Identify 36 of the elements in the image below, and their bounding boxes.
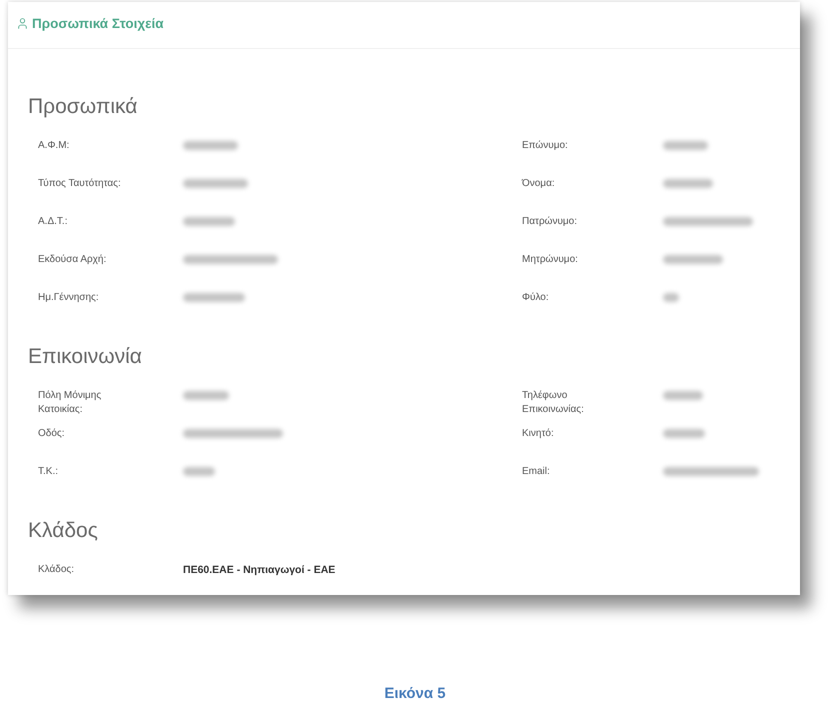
field-label: Φύλο: — [522, 291, 549, 305]
blurred-value — [663, 391, 703, 400]
field-value: ΠΕ60.ΕΑΕ - Νηπιαγωγοί - ΕΑΕ — [183, 563, 336, 577]
field-label: Τ.Κ.: — [38, 465, 58, 479]
blurred-value — [183, 391, 229, 400]
field-label: Επώνυμο: — [522, 139, 568, 153]
section-heading: Κλάδος — [28, 519, 98, 543]
blurred-value — [183, 217, 235, 226]
field-label: Κινητό: — [522, 427, 554, 441]
blurred-value — [663, 429, 705, 438]
field-label: Email: — [522, 465, 550, 479]
blurred-value — [663, 141, 708, 150]
field-label: Τύπος Ταυτότητας: — [38, 177, 121, 191]
panel-title: Προσωπικά Στοιχεία — [32, 16, 164, 30]
blurred-value — [183, 179, 248, 188]
field-label: Α.Δ.Τ.: — [38, 215, 68, 229]
blurred-value — [663, 179, 713, 188]
blurred-value — [183, 467, 215, 476]
blurred-value — [183, 141, 238, 150]
field-label: Πατρώνυμο: — [522, 215, 578, 229]
field-label: Μητρώνυμο: — [522, 253, 578, 267]
blurred-value — [183, 293, 245, 302]
figure-caption: Εικόνα 5 — [383, 685, 447, 702]
section-heading: Επικοινωνία — [28, 345, 142, 369]
section-heading: Προσωπικά — [28, 95, 138, 119]
blurred-value — [663, 293, 679, 302]
field-label: Τηλέφωνο Επικοινωνίας: — [522, 389, 585, 417]
field-label: Πόλη Μόνιμης Κατοικίας: — [38, 389, 102, 417]
blurred-value — [663, 255, 723, 264]
field-label: Οδός: — [38, 427, 65, 441]
user-icon — [16, 16, 29, 30]
field-label: Α.Φ.Μ: — [38, 139, 70, 153]
field-label: Όνομα: — [522, 177, 555, 191]
field-label: Ημ.Γέννησης: — [38, 291, 99, 305]
field-label: Εκδούσα Αρχή: — [38, 253, 106, 267]
field-label: Κλάδος: — [38, 563, 74, 577]
